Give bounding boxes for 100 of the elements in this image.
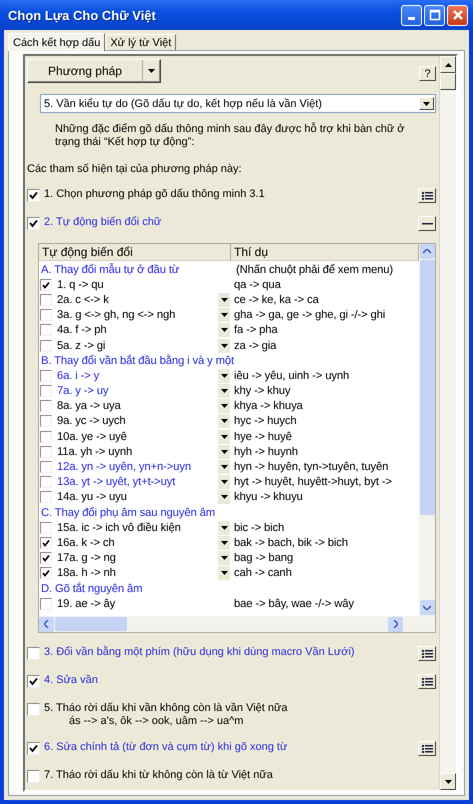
vertical-scrollbar[interactable] bbox=[419, 244, 435, 632]
maximize-button[interactable] bbox=[424, 4, 445, 26]
scrollbar-thumb[interactable] bbox=[440, 73, 456, 90]
checkbox[interactable] bbox=[40, 476, 52, 488]
checkbox[interactable] bbox=[40, 430, 52, 443]
checkbox[interactable] bbox=[40, 552, 52, 564]
close-button[interactable] bbox=[447, 4, 468, 26]
caret-icon bbox=[220, 389, 228, 394]
tab[interactable]: Cách kết hợp dấu bbox=[8, 33, 106, 51]
dropdown-button[interactable] bbox=[218, 430, 230, 444]
checkbox[interactable] bbox=[40, 309, 52, 322]
dropdown-button[interactable] bbox=[218, 384, 230, 398]
list-icon bbox=[422, 650, 432, 658]
checkbox[interactable] bbox=[40, 522, 52, 534]
dropdown-button[interactable] bbox=[218, 323, 230, 338]
down-arrow-icon[interactable] bbox=[444, 780, 452, 784]
list-button[interactable] bbox=[418, 646, 436, 661]
checkbox[interactable] bbox=[40, 536, 52, 549]
table-cell-text: hyc -> huych bbox=[233, 415, 297, 428]
table-cell-text: iêu -> yêu, uinh -> uynh bbox=[233, 370, 350, 382]
table-cell-text: 15a. ic -> ich vô điều kiện bbox=[57, 522, 182, 534]
list-icon bbox=[422, 744, 432, 752]
minimize-icon bbox=[408, 17, 415, 20]
table-cell-text: cah -> canh bbox=[233, 567, 292, 580]
checkbox[interactable] bbox=[27, 675, 40, 688]
table-cell-text: fa -> pha bbox=[233, 324, 278, 336]
checkbox[interactable] bbox=[40, 461, 52, 474]
panel-scrollbar[interactable] bbox=[439, 56, 456, 790]
dropdown-button[interactable] bbox=[218, 460, 230, 474]
checkbox[interactable] bbox=[27, 742, 40, 755]
checkbox[interactable] bbox=[40, 278, 52, 291]
caret-icon bbox=[220, 480, 228, 484]
dropdown-button[interactable] bbox=[218, 475, 230, 490]
list-button[interactable] bbox=[418, 674, 436, 689]
table-cell-text: khya -> khuya bbox=[233, 400, 303, 412]
checkbox[interactable] bbox=[27, 647, 40, 660]
table-cell-text: 19. ae -> ây bbox=[57, 598, 116, 610]
checkbox[interactable] bbox=[27, 703, 40, 716]
checkbox[interactable] bbox=[40, 340, 52, 352]
table-cell-text: 12a. yn -> uyên, yn+n->uyn bbox=[57, 461, 192, 474]
tab[interactable]: Xử lý từ Việt bbox=[105, 34, 176, 50]
dropdown-button[interactable] bbox=[218, 536, 230, 550]
caret-icon bbox=[220, 434, 228, 439]
dropdown-button[interactable] bbox=[218, 444, 230, 459]
dropdown-button[interactable] bbox=[218, 338, 230, 353]
caret-icon bbox=[220, 404, 228, 408]
dropdown-button[interactable] bbox=[218, 551, 230, 566]
checkbox[interactable] bbox=[40, 324, 52, 336]
table-cell-text: 17a. g -> ng bbox=[57, 552, 117, 564]
description-text: Những đặc điểm gõ dấu thông minh sau đây được hỗ trợ khi bàn chữ ở trạng thái “Kết hợp tự động”: bbox=[55, 123, 406, 149]
checkbox[interactable] bbox=[40, 415, 52, 428]
table-cell-text: khy -> khuy bbox=[233, 385, 290, 398]
checkbox[interactable] bbox=[40, 370, 52, 382]
checkbox[interactable] bbox=[40, 567, 52, 580]
horizontal-scrollbar[interactable] bbox=[39, 616, 419, 632]
table-cell-text: bae -> bây, wae -/-> wây bbox=[233, 598, 354, 610]
dropdown-button[interactable] bbox=[218, 399, 230, 414]
table-cell-text: khyu -> khuyu bbox=[233, 491, 303, 504]
dropdown-button[interactable] bbox=[218, 308, 230, 322]
caret-icon bbox=[220, 328, 228, 332]
column-header[interactable]: Thí dụ bbox=[231, 244, 419, 261]
dropdown-button[interactable] bbox=[218, 292, 230, 307]
checkbox[interactable] bbox=[40, 385, 52, 398]
dropdown-button[interactable] bbox=[218, 490, 230, 504]
scrollbar-thumb[interactable] bbox=[420, 260, 434, 515]
caret-icon bbox=[148, 69, 155, 73]
table-cell-text: 13a. yt -> uyêt, yt+t->uyt bbox=[57, 476, 176, 488]
dropdown-button[interactable] bbox=[218, 368, 230, 383]
scrollbar-thumb[interactable] bbox=[55, 617, 127, 631]
method-button[interactable]: Phương pháp bbox=[27, 59, 161, 83]
checkbox[interactable] bbox=[40, 400, 52, 412]
checkbox[interactable] bbox=[40, 294, 52, 306]
list-button[interactable] bbox=[418, 188, 436, 203]
table-cell-text: 9a. yc -> uych bbox=[57, 415, 127, 428]
checkbox[interactable] bbox=[27, 217, 40, 230]
checkbox[interactable] bbox=[27, 770, 40, 783]
checkbox[interactable] bbox=[40, 598, 52, 610]
option-label: 3. Đổi vần bằng một phím (hữu dụng khi dùng macro Vần Lưới) bbox=[44, 646, 356, 659]
column-header[interactable]: Tự động biến đổi bbox=[39, 244, 231, 261]
dropdown-button[interactable] bbox=[218, 520, 230, 535]
dropdown-button[interactable] bbox=[218, 414, 230, 428]
option-label: 6. Sửa chính tả (từ đơn và cụm từ) khi gõ xong từ bbox=[44, 741, 288, 754]
list-button[interactable] bbox=[418, 741, 436, 756]
checkbox[interactable] bbox=[40, 446, 52, 458]
group-heading: C. Thay đổi phụ âm sau nguyên âm bbox=[40, 506, 216, 519]
checkbox[interactable] bbox=[27, 189, 40, 202]
help-button[interactable]: ? bbox=[419, 66, 436, 81]
checkbox[interactable] bbox=[40, 491, 52, 504]
up-arrow-icon[interactable] bbox=[444, 62, 452, 66]
method-dropdown[interactable]: 5. Vần kiểu tự do (Gõ dấu tự do, kết hợp nếu là vần Việt) bbox=[40, 94, 436, 113]
table-cell-text: 7a. y -> uy bbox=[57, 385, 110, 398]
collapse-button[interactable] bbox=[418, 216, 436, 231]
caret-icon bbox=[220, 344, 228, 348]
table-cell-text: hye -> huyê bbox=[233, 430, 292, 443]
caret-icon bbox=[220, 450, 228, 454]
table-cell-text: gha -> ga, ge -> ghe, gi -/-> ghi bbox=[233, 309, 386, 322]
caret-icon bbox=[423, 102, 430, 106]
dropdown-button[interactable] bbox=[218, 566, 230, 580]
minimize-button[interactable] bbox=[401, 4, 422, 26]
window-title: Chọn Lựa Cho Chữ Việt bbox=[8, 8, 156, 22]
